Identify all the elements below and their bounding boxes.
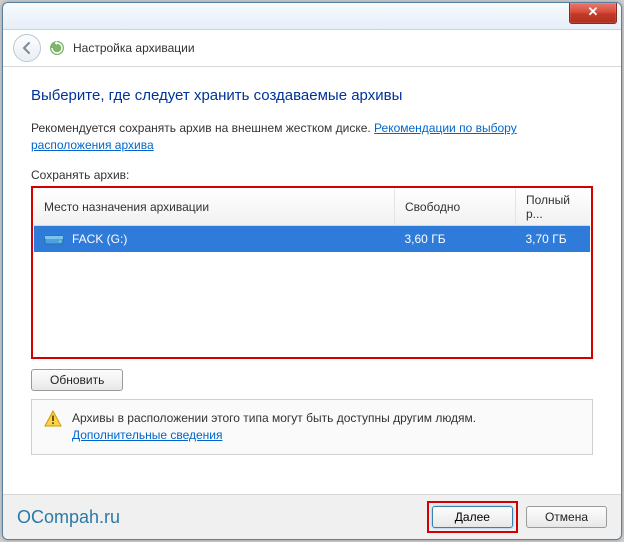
close-button[interactable]: ✕ — [569, 3, 617, 24]
back-button[interactable] — [13, 34, 41, 62]
description-text: Рекомендуется сохранять архив на внешнем… — [31, 121, 374, 135]
column-free[interactable]: Свободно — [395, 189, 516, 226]
content-area: Выберите, где следует хранить создаваемы… — [3, 67, 621, 465]
header-bar: Настройка архивации — [3, 30, 621, 67]
backup-icon — [49, 40, 65, 56]
next-button[interactable]: Далее — [432, 506, 513, 528]
table-row[interactable]: FACK (G:) 3,60 ГБ 3,70 ГБ — [34, 225, 590, 252]
arrow-left-icon — [20, 41, 34, 55]
save-label: Сохранять архив: — [31, 168, 593, 182]
drive-free: 3,60 ГБ — [395, 225, 516, 252]
drive-table-highlight: Место назначения архивации Свободно Полн… — [31, 186, 593, 359]
drive-table: Место назначения архивации Свободно Полн… — [34, 189, 590, 356]
page-heading: Выберите, где следует хранить создаваемы… — [31, 87, 593, 104]
header-title: Настройка архивации — [73, 41, 195, 55]
table-empty-area — [34, 252, 590, 356]
column-total[interactable]: Полный р... — [516, 189, 591, 226]
column-destination[interactable]: Место назначения архивации — [34, 189, 395, 226]
warning-text: Архивы в расположении этого типа могут б… — [72, 411, 476, 425]
warning-box: Архивы в расположении этого типа могут б… — [31, 399, 593, 456]
refresh-button[interactable]: Обновить — [31, 369, 123, 391]
close-icon: ✕ — [588, 4, 599, 19]
dialog-window: ✕ Настройка архивации Выберите, где след… — [2, 2, 622, 540]
description: Рекомендуется сохранять архив на внешнем… — [31, 120, 593, 154]
warning-link[interactable]: Дополнительные сведения — [72, 428, 222, 442]
footer: OCompah.ru Далее Отмена — [3, 494, 621, 539]
watermark: OCompah.ru — [17, 507, 427, 528]
titlebar: ✕ — [3, 3, 621, 30]
drive-total: 3,70 ГБ — [516, 225, 591, 252]
next-button-highlight: Далее — [427, 501, 518, 533]
drive-name: FACK (G:) — [72, 232, 127, 246]
warning-icon — [44, 410, 62, 428]
cancel-button[interactable]: Отмена — [526, 506, 607, 528]
drive-icon — [44, 232, 64, 246]
